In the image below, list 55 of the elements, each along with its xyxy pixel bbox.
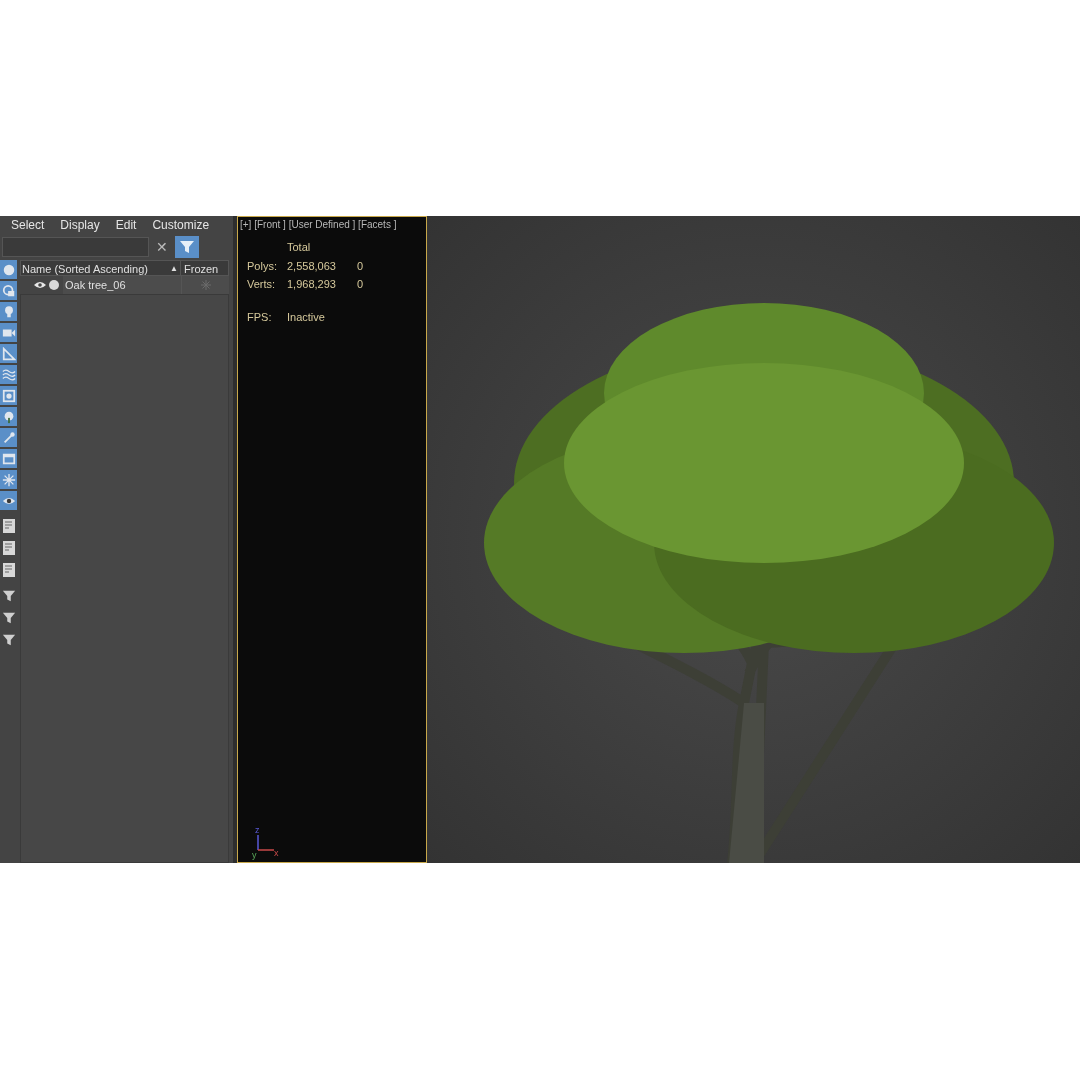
toolbar-toggle-button[interactable] [0,365,17,384]
snowflake-icon[interactable] [200,280,211,290]
search-field[interactable] [2,236,149,257]
filter-icon [1,611,16,625]
axis-tripod-drawing: z y x [252,826,288,860]
viewport-label[interactable]: [+] [Front ] [User Defined ] [Facets ] [238,217,426,232]
fps-value: Inactive [287,309,325,325]
filter-icon [1,589,16,603]
toolbar-toggle-button[interactable] [0,407,17,426]
toolbar-icon [1,367,16,382]
menu-item[interactable]: Edit [115,216,137,234]
toolbar-toggle-button[interactable] [0,386,17,405]
filter-icon [179,238,195,255]
stat-selected: 0 [357,277,364,292]
stat-label: Verts: [247,277,277,292]
toolbar-icon [1,430,16,445]
stats-header: Total [286,240,312,255]
sort-indicator: ▲ [169,263,179,275]
toolbar-icon [1,472,16,487]
column-header[interactable]: Frozen [180,261,228,275]
document-icon [2,541,15,555]
toolbar-button[interactable] [0,560,17,580]
toolbar-toggle-button[interactable] [0,449,17,468]
toolbar-icon [1,283,16,298]
eye-icon[interactable] [34,281,46,289]
toolbar-toggle-button[interactable] [0,323,17,342]
clear-search-button[interactable]: ✕ [153,236,171,257]
toolbar-button[interactable] [0,516,17,536]
document-icon [2,519,15,533]
filter-icon [1,633,16,647]
menu-item[interactable]: Select [11,216,45,234]
stat-total: 1,968,293 [287,277,337,292]
menu-item[interactable]: Display [60,216,100,234]
toolbar-toggle-button[interactable] [0,470,17,489]
filter-button[interactable] [175,235,199,258]
toolbar-icon [1,451,16,466]
column-header[interactable]: Name (Sorted Ascending) [21,261,169,275]
fps-label: FPS: [247,309,273,325]
object-name[interactable]: Oak tree_06 [63,276,181,294]
toolbar-toggle-button[interactable] [0,344,17,363]
toolbar-toggle-button[interactable] [0,428,17,447]
toolbar-toggle-button[interactable] [0,260,17,279]
toolbar-icon [1,262,16,277]
menu-item[interactable]: Customize [152,216,210,234]
toolbar-toggle-button[interactable] [0,302,17,321]
document-icon [2,563,15,577]
stat-selected: 0 [357,258,364,274]
stat-label: Polys: [247,258,278,274]
viewport[interactable]: [+] [Front ] [User Defined ] [Facets ] Total Polys: 2,558,063 0 Verts: 1,968,293 0 FPS: Inactive z y x [237,216,427,863]
toolbar-icon [1,388,16,403]
toolbar-toggle-button[interactable] [0,491,17,510]
toolbar-button[interactable] [0,538,17,558]
toolbar-toggle-button[interactable] [0,281,17,300]
toolbar-icon [1,346,16,361]
stat-total: 2,558,063 [287,258,337,274]
